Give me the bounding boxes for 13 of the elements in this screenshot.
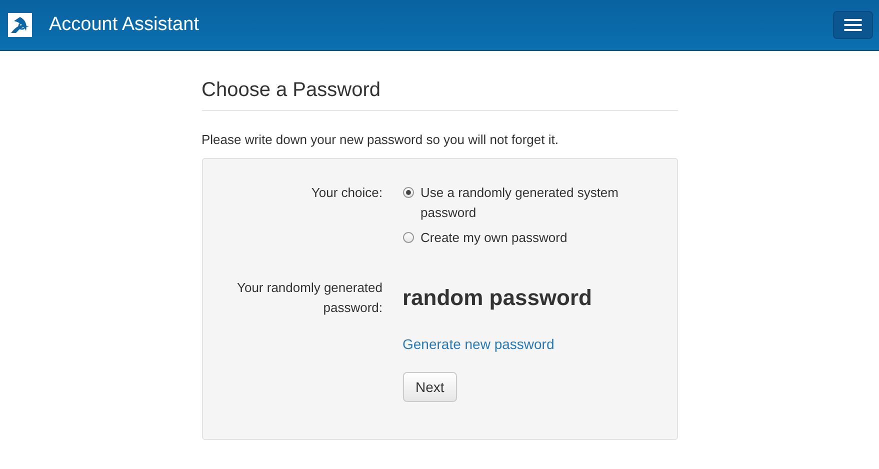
menu-button[interactable] [833, 11, 873, 39]
page-title: Choose a Password [202, 79, 380, 102]
radio-button[interactable] [402, 187, 414, 198]
password-label: Your randomly generated password: [236, 279, 382, 317]
choice-label: Your choice: [311, 184, 382, 202]
radio-label[interactable]: Use a randomly generated system password [420, 183, 648, 223]
app-title: Account Assistant [49, 14, 200, 36]
next-button[interactable]: Next [402, 372, 458, 402]
radio-label[interactable]: Create my own password [420, 228, 568, 248]
generate-password-link[interactable]: Generate new password [402, 336, 554, 352]
generated-password: random password [402, 285, 592, 311]
instruction-text: Please write down your new password so you will not forget it. [202, 132, 558, 147]
radio-button[interactable] [402, 232, 414, 243]
